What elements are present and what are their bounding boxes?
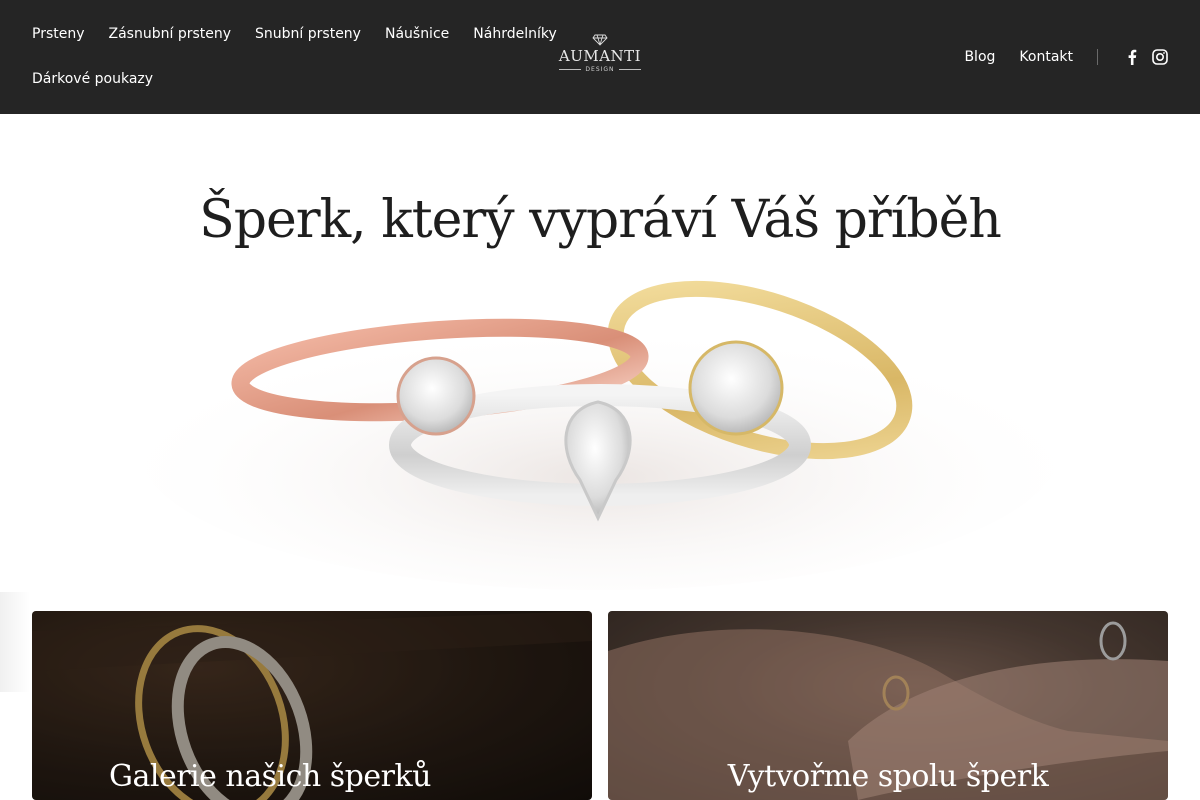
nav-link-nausnice[interactable]: Náušnice <box>385 26 449 42</box>
left-edge-fade <box>0 592 30 692</box>
rings-photo <box>140 280 1060 590</box>
nav-link-blog[interactable]: Blog <box>964 49 995 65</box>
site-header: Prsteny Zásnubní prsteny Snubní prsteny … <box>0 0 1200 114</box>
logo-wordmark: AUMANTI <box>558 47 642 65</box>
nav-link-snubni-prsteny[interactable]: Snubní prsteny <box>255 26 361 42</box>
logo-subtitle: DESIGN <box>585 66 615 73</box>
nav-link-kontakt[interactable]: Kontakt <box>1019 49 1073 65</box>
facebook-icon[interactable] <box>1124 49 1140 65</box>
instagram-icon[interactable] <box>1152 49 1168 65</box>
create-card-title: Vytvořme spolu šperk <box>727 759 1049 794</box>
diamond-icon <box>592 34 608 46</box>
main-nav-row-1: Prsteny Zásnubní prsteny Snubní prsteny … <box>32 22 557 46</box>
hero-title: Šperk, který vypráví Váš příběh <box>199 190 1002 250</box>
logo-subline: DESIGN <box>556 66 644 73</box>
main-nav: Prsteny Zásnubní prsteny Snubní prsteny … <box>32 22 557 91</box>
logo-rule-left <box>559 69 582 70</box>
nav-link-nahrdelniky[interactable]: Náhrdelníky <box>473 26 556 42</box>
logo-rule-right <box>618 69 641 70</box>
create-card[interactable]: Vytvořme spolu šperk <box>608 611 1168 800</box>
site-logo[interactable]: AUMANTI DESIGN <box>556 34 644 80</box>
nav-link-zasnubni-prsteny[interactable]: Zásnubní prsteny <box>109 26 232 42</box>
gallery-card[interactable]: Galerie našich šperků <box>32 611 592 800</box>
nav-link-prsteny[interactable]: Prsteny <box>32 26 85 42</box>
gallery-card-title: Galerie našich šperků <box>109 759 431 794</box>
main-nav-row-2: Dárkové poukazy <box>32 67 552 91</box>
nav-divider <box>1097 49 1098 65</box>
secondary-nav: Blog Kontakt <box>964 46 1168 68</box>
nav-link-darkove-poukazy[interactable]: Dárkové poukazy <box>32 71 153 87</box>
